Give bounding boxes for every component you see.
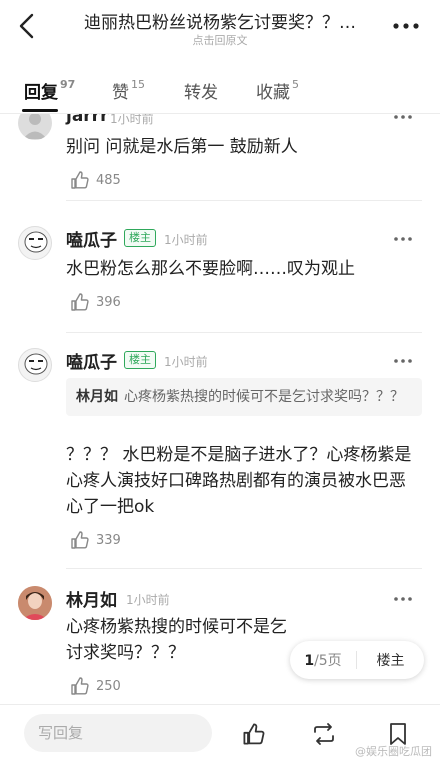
tab-favorites[interactable]: 收藏 5 xyxy=(256,78,299,103)
comment-item: 嗑瓜子 楼主 1小时前 林月如 心疼杨紫热搜的时候可不是乞讨求奖吗？？？ ？？？ … xyxy=(0,334,440,569)
comment-time: 1小时前 xyxy=(126,593,170,607)
thumbs-up-icon xyxy=(243,723,265,745)
more-dots-icon xyxy=(394,237,412,241)
comment-text: 水巴粉怎么那么不要脸啊……叹为观止 xyxy=(66,259,355,279)
meme-face-icon xyxy=(24,231,48,253)
more-options-button[interactable] xyxy=(390,14,422,38)
avatar[interactable] xyxy=(18,586,52,620)
page-title[interactable]: 迪丽热巴粉丝说杨紫乞讨要奖？？… xyxy=(60,8,380,33)
active-tab-indicator xyxy=(22,109,58,112)
thumbs-up-icon xyxy=(71,293,89,311)
comment-author[interactable]: jarrr xyxy=(66,114,108,126)
comment-time: 1小时前 xyxy=(110,114,154,126)
thumbs-up-icon xyxy=(71,677,89,695)
comment-more-button[interactable] xyxy=(392,594,414,604)
default-avatar-icon xyxy=(23,114,47,139)
comment-more-button[interactable] xyxy=(392,114,414,122)
repost-button[interactable] xyxy=(310,720,338,748)
op-badge: 楼主 xyxy=(124,351,156,369)
chevron-left-icon xyxy=(19,13,34,39)
tab-replies[interactable]: 回复 97 xyxy=(24,78,75,103)
comment-text: 心疼杨紫热搜的时候可不是乞讨求奖吗？？？ xyxy=(66,617,287,663)
quote-author: 林月如 xyxy=(76,389,118,405)
more-dots-icon xyxy=(394,359,412,363)
watermark: @娱乐圈吃瓜团 xyxy=(355,745,432,758)
quote-text: 心疼杨紫热搜的时候可不是乞讨求奖吗？？？ xyxy=(124,389,404,405)
like-post-button[interactable] xyxy=(240,720,268,748)
user-photo-icon xyxy=(18,586,52,620)
comment-author[interactable]: 林月如 xyxy=(66,586,117,611)
comment-time: 1小时前 xyxy=(164,355,208,369)
comment-item: jarrr 1小时前 别问 问就是水后第一 鼓励新人 485 xyxy=(0,114,440,201)
comment-author[interactable]: 嗑瓜子 xyxy=(66,348,117,373)
quoted-comment[interactable]: 林月如 心疼杨紫热搜的时候可不是乞讨求奖吗？？？ xyxy=(66,378,422,416)
meme-face-icon xyxy=(24,353,48,375)
like-button[interactable]: 396 xyxy=(70,292,121,312)
avatar[interactable] xyxy=(18,348,52,382)
tab-count: 5 xyxy=(292,78,299,91)
like-button[interactable]: 339 xyxy=(70,530,121,550)
comment-time: 1小时前 xyxy=(164,233,208,247)
bottom-action-bar: @娱乐圈吃瓜团 xyxy=(0,704,440,760)
like-count: 485 xyxy=(96,172,121,188)
repost-icon xyxy=(314,723,334,745)
thumbs-up-icon xyxy=(71,171,89,189)
comment-list[interactable]: jarrr 1小时前 别问 问就是水后第一 鼓励新人 485 嗑瓜子 楼主 1小… xyxy=(0,114,440,704)
more-dots-icon xyxy=(394,115,412,119)
back-to-original-link[interactable]: 点击回原文 xyxy=(60,32,380,48)
tab-count: 15 xyxy=(131,78,145,91)
avatar[interactable] xyxy=(18,226,52,260)
comment-more-button[interactable] xyxy=(392,356,414,366)
divider xyxy=(66,568,422,569)
reply-input[interactable] xyxy=(24,714,212,752)
comment-text: ？？？ 水巴粉是不是脑子进水了？心疼杨紫是心疼人演技好口碑路热剧都有的演员被水巴… xyxy=(66,445,412,517)
divider xyxy=(66,200,422,201)
op-only-button[interactable]: 楼主 xyxy=(357,650,424,670)
current-page: 1 xyxy=(304,653,315,669)
tab-label: 转发 xyxy=(184,83,218,103)
back-button[interactable] xyxy=(10,10,42,42)
tab-label: 赞 xyxy=(112,83,129,103)
thumbs-up-icon xyxy=(71,531,89,549)
like-count: 339 xyxy=(96,532,121,548)
comment-item: 嗑瓜子 楼主 1小时前 水巴粉怎么那么不要脸啊……叹为观止 396 xyxy=(0,216,440,334)
top-bar: 迪丽热巴粉丝说杨紫乞讨要奖？？… 点击回原文 xyxy=(0,0,440,56)
op-badge: 楼主 xyxy=(124,229,156,247)
page-navigator: 1/5页 楼主 xyxy=(290,641,424,679)
divider xyxy=(66,332,422,333)
tab-reposts[interactable]: 转发 xyxy=(184,78,218,103)
comment-text: 别问 问就是水后第一 鼓励新人 xyxy=(66,137,298,157)
tab-label: 收藏 xyxy=(256,83,290,103)
tab-label: 回复 xyxy=(24,83,58,103)
comment-item: 林月如 1小时前 心疼杨紫热搜的时候可不是乞讨求奖吗？？？ 250 xyxy=(0,570,440,704)
like-button[interactable]: 485 xyxy=(70,170,121,190)
page-indicator[interactable]: 1/5页 xyxy=(290,650,356,670)
more-dots-icon xyxy=(393,23,419,29)
avatar[interactable] xyxy=(18,114,52,140)
comment-more-button[interactable] xyxy=(392,234,414,244)
tab-bar: 回复 97 赞 15 转发 收藏 5 xyxy=(0,68,440,114)
tab-count: 97 xyxy=(60,78,76,91)
like-count: 396 xyxy=(96,294,121,310)
more-dots-icon xyxy=(394,597,412,601)
like-count: 250 xyxy=(96,678,121,694)
total-pages: /5页 xyxy=(314,653,342,669)
tab-likes[interactable]: 赞 15 xyxy=(112,78,145,103)
like-button[interactable]: 250 xyxy=(70,676,121,696)
comment-author[interactable]: 嗑瓜子 xyxy=(66,226,117,251)
